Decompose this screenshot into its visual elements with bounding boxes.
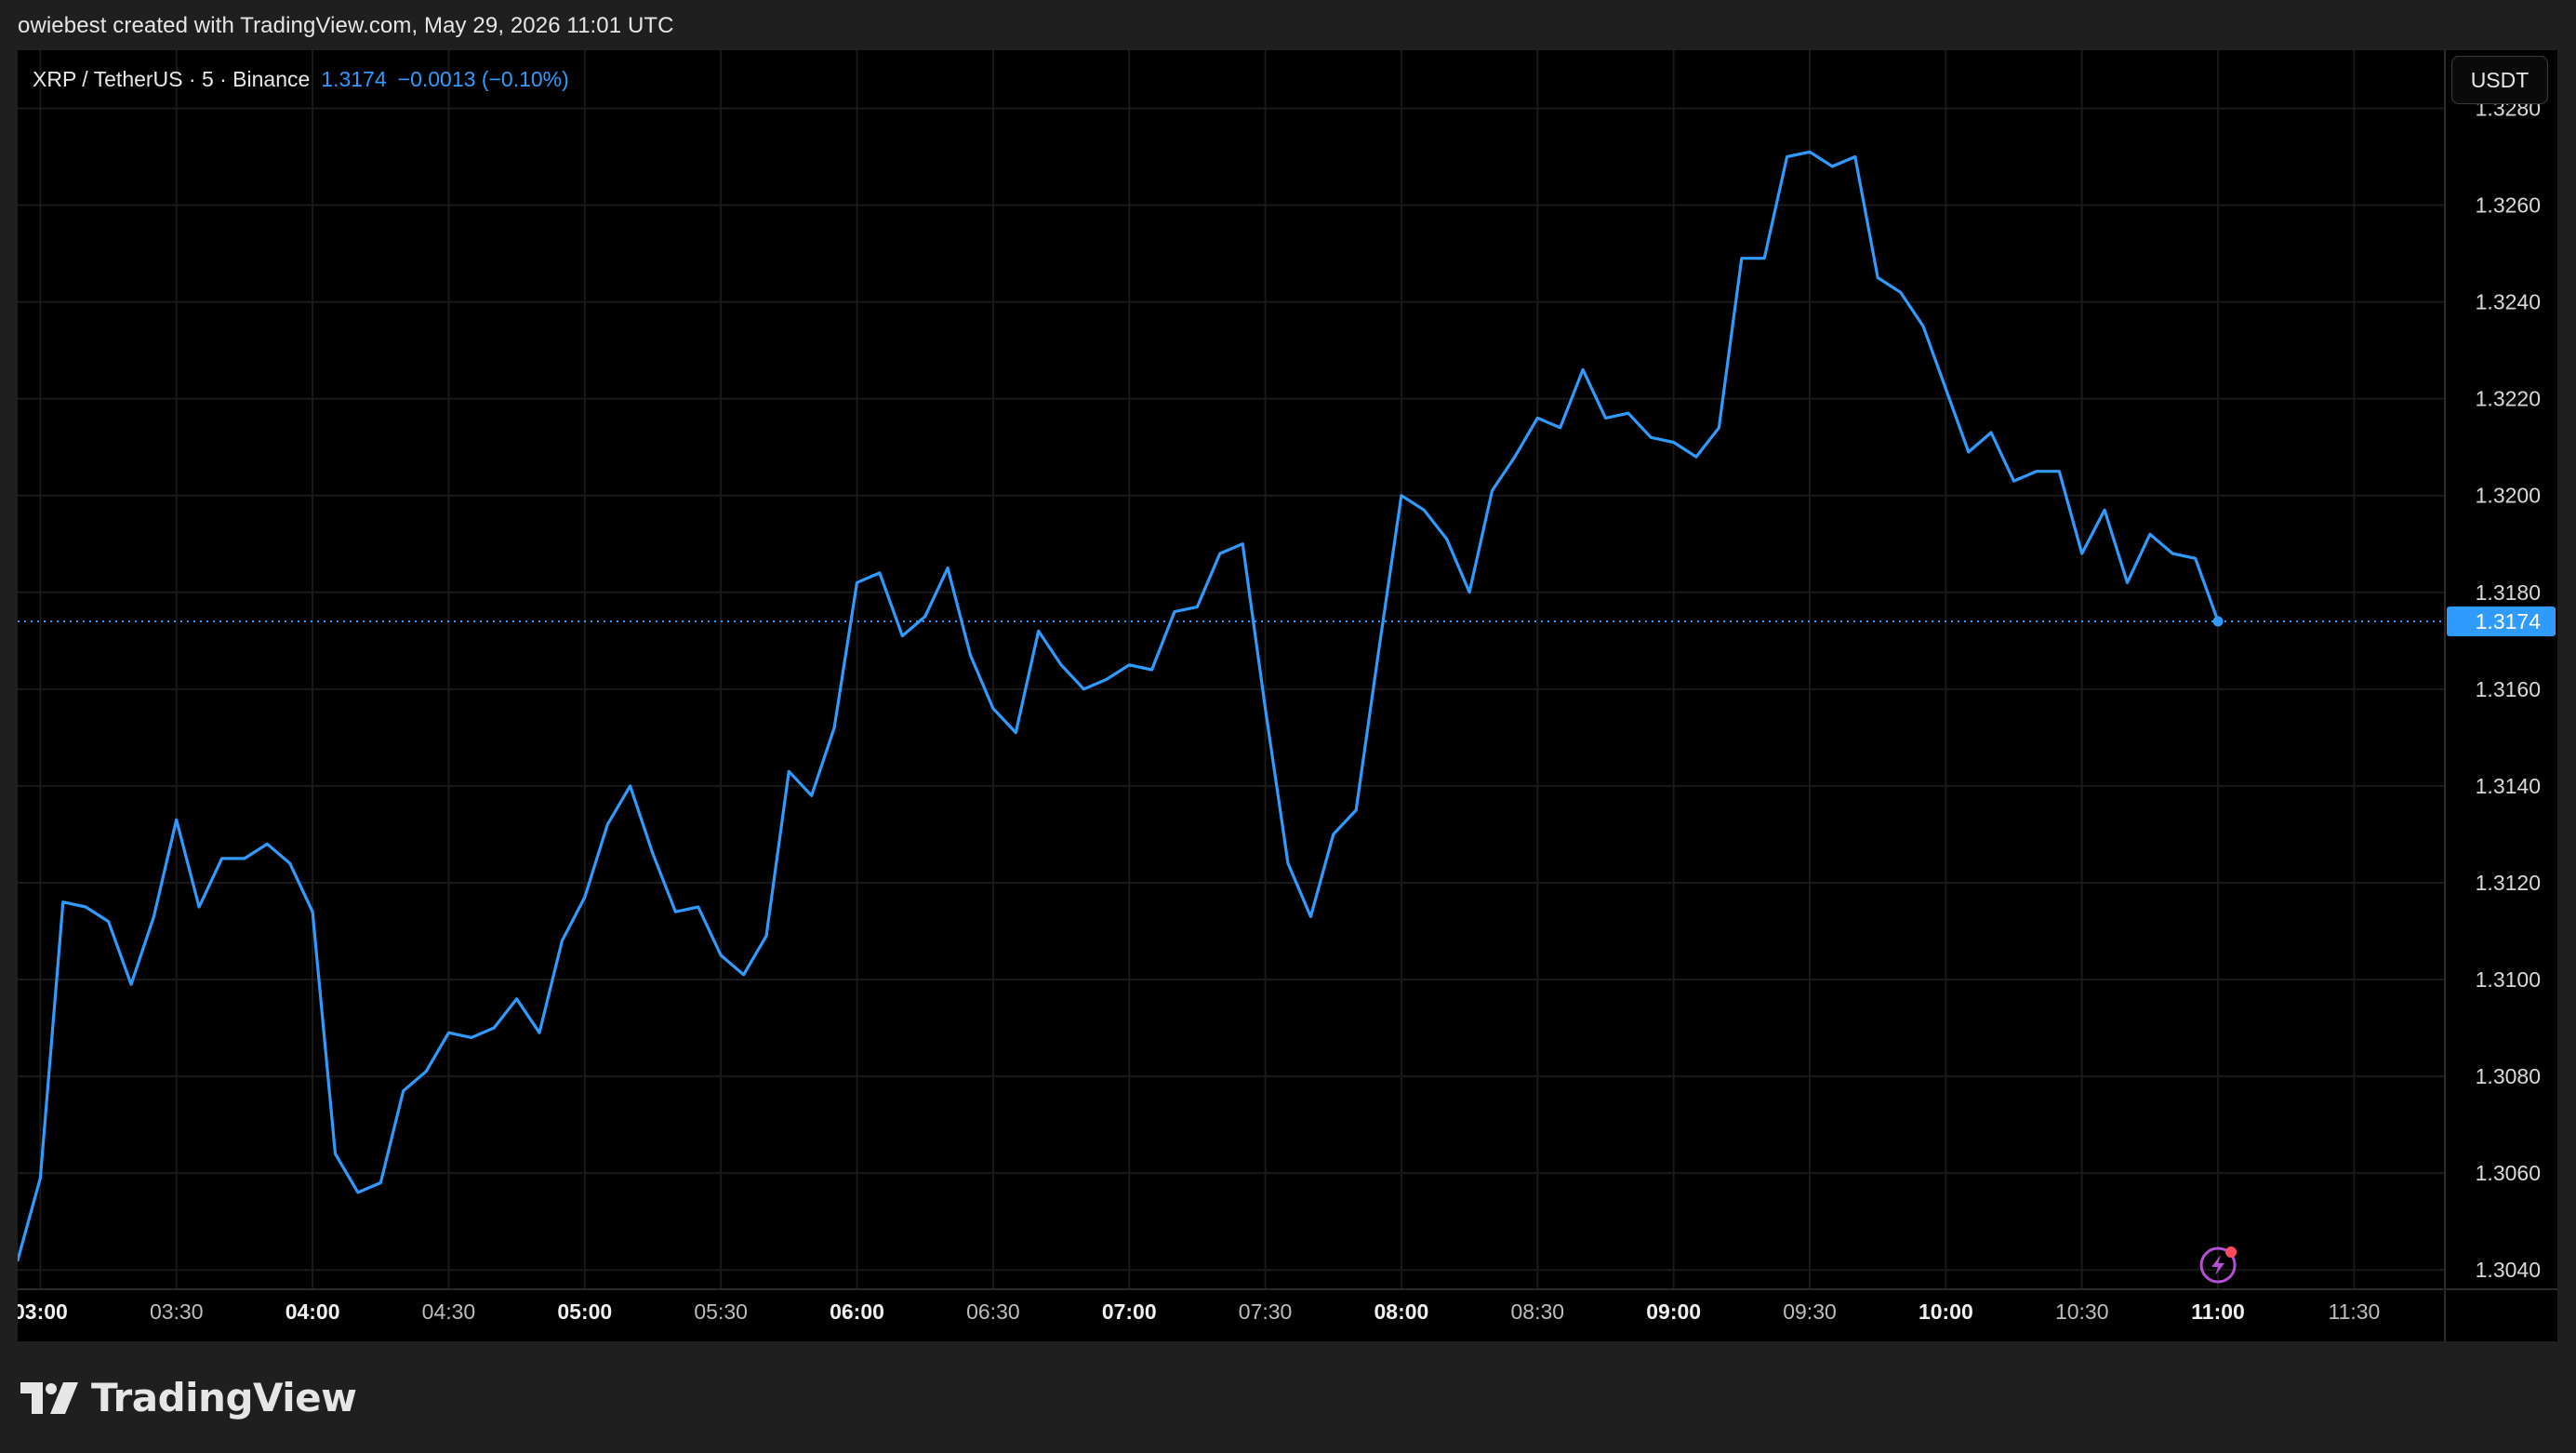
price-line-series[interactable]: [18, 150, 2220, 1262]
top-bar: owiebest created with TradingView.com, M…: [0, 0, 2576, 50]
y-tick-label: 1.3160: [2476, 677, 2541, 701]
y-tick-label: 1.3140: [2476, 774, 2541, 798]
y-tick-label: 1.3200: [2476, 484, 2541, 508]
y-tick-label: 1.3240: [2476, 290, 2541, 314]
y-tick-label: 1.3180: [2476, 580, 2541, 605]
x-tick-label: 05:30: [694, 1300, 748, 1324]
y-tick-label: 1.3100: [2476, 967, 2541, 992]
y-tick-label: 1.3260: [2476, 193, 2541, 218]
chart-panel[interactable]: 1.3040 1.3060 1.3080 1.3100 1.3120 1.3140 1.31…: [18, 50, 2557, 1341]
y-tick-label: 1.3120: [2476, 871, 2541, 895]
x-tick-label: 10:00: [1919, 1300, 1973, 1324]
x-tick-label: 04:00: [285, 1300, 340, 1324]
symbol-legend: XRP / TetherUS · 5 · Binance 1.3174 −0.0…: [33, 67, 569, 92]
last-price-label: 1.3174: [2476, 609, 2542, 633]
price-change: −0.0013 (−0.10%): [397, 67, 569, 91]
x-tick-label: 06:30: [966, 1300, 1020, 1324]
tradingview-logo[interactable]: TradingView: [20, 1375, 357, 1420]
y-tick-label: 1.3080: [2476, 1064, 2541, 1088]
x-tick-label: 11:30: [2329, 1300, 2381, 1324]
y-tick-label: 1.3060: [2476, 1161, 2541, 1185]
x-tick-label: 04:30: [422, 1300, 476, 1324]
x-tick-label: 05:00: [557, 1300, 612, 1324]
x-tick-label: 03:00: [18, 1300, 68, 1324]
x-tick-label: 11:00: [2191, 1300, 2245, 1324]
currency-button[interactable]: USDT: [2451, 56, 2548, 104]
brand-name: TradingView: [91, 1375, 357, 1420]
x-tick-label: 07:30: [1239, 1300, 1293, 1324]
x-tick-label: 09:00: [1646, 1300, 1701, 1324]
x-tick-label: 06:00: [830, 1300, 884, 1324]
x-tick-label: 10:30: [2055, 1300, 2109, 1324]
x-tick-label: 08:30: [1511, 1300, 1565, 1324]
y-tick-label: 1.3040: [2476, 1258, 2541, 1282]
footer: TradingView: [0, 1341, 2576, 1453]
y-tick-label: 1.3220: [2476, 387, 2541, 411]
price-chart[interactable]: 1.3040 1.3060 1.3080 1.3100 1.3120 1.3140 1.31…: [18, 50, 2557, 1341]
tradingview-mark-icon: [20, 1381, 78, 1414]
x-tick-label: 08:00: [1374, 1300, 1429, 1324]
x-tick-label: 03:30: [150, 1300, 204, 1324]
last-price: 1.3174: [321, 67, 387, 91]
created-with-text: owiebest created with TradingView.com, M…: [18, 13, 674, 38]
x-tick-label: 07:00: [1102, 1300, 1157, 1324]
x-tick-label: 09:30: [1783, 1300, 1837, 1324]
symbol-title[interactable]: XRP / TetherUS · 5 · Binance: [33, 67, 310, 92]
last-price-dot: [2212, 616, 2224, 627]
